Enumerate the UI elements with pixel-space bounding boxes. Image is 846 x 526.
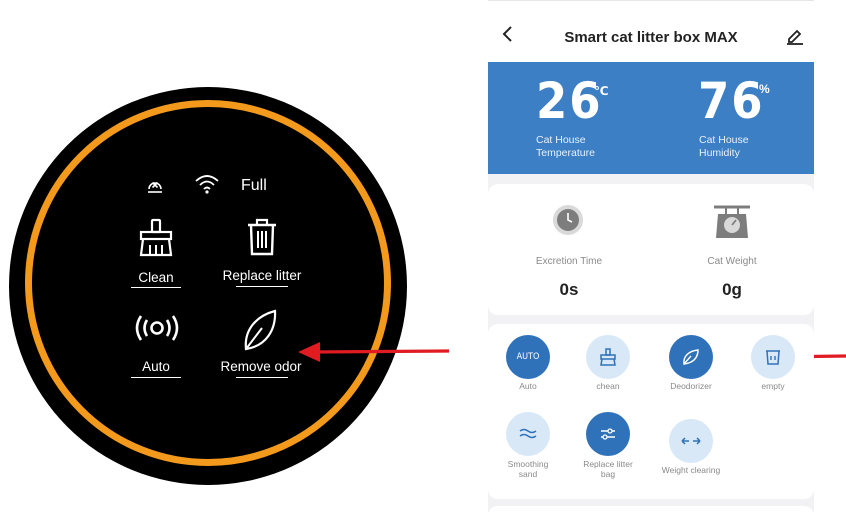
auto-mode-button[interactable]: AUTO bbox=[506, 335, 550, 379]
humidity-value: 76 bbox=[698, 72, 765, 130]
bin-status-text: Full bbox=[241, 177, 267, 194]
temperature-label: Cat House Temperature bbox=[536, 134, 595, 159]
app-header: Smart cat litter box MAX bbox=[488, 0, 814, 62]
auto-icon-text: AUTO bbox=[516, 352, 540, 362]
app-screen: Smart cat litter box MAX 26 ℃ Cat House … bbox=[488, 0, 814, 526]
clean-underline bbox=[131, 287, 181, 288]
auto-button[interactable]: Auto bbox=[126, 359, 186, 374]
red-arrow-left-icon bbox=[298, 342, 450, 362]
remove-odor-underline bbox=[236, 377, 288, 378]
auto-underline bbox=[131, 377, 181, 378]
clean-mode-label: chean bbox=[596, 381, 620, 391]
modes-card: AUTO Auto chean Deodorizer empty Smoothi… bbox=[488, 324, 814, 499]
broom-icon[interactable] bbox=[137, 218, 175, 258]
page-title: Smart cat litter box MAX bbox=[564, 29, 738, 46]
smoothing-sand-button[interactable] bbox=[506, 412, 550, 456]
wifi-icon bbox=[195, 175, 219, 194]
clock-icon bbox=[553, 205, 583, 235]
broadcast-icon[interactable] bbox=[132, 313, 182, 343]
replace-litter-bag-button[interactable] bbox=[586, 412, 630, 456]
left-right-arrows-icon bbox=[681, 437, 701, 445]
scale-icon bbox=[714, 205, 750, 238]
cat-weight-value: 0g bbox=[722, 280, 742, 299]
weight-clearing-button[interactable] bbox=[669, 419, 713, 463]
leaf-icon[interactable] bbox=[242, 308, 278, 352]
clean-button[interactable]: Clean bbox=[126, 270, 186, 285]
empty-mode-button[interactable] bbox=[751, 335, 795, 379]
excretion-time-label: Excretion Time bbox=[535, 256, 603, 267]
waves-icon bbox=[519, 428, 537, 439]
edit-pencil-icon[interactable] bbox=[786, 27, 804, 45]
replace-litter-underline bbox=[236, 286, 288, 287]
leaf-icon bbox=[683, 349, 699, 365]
bin-empty-icon bbox=[766, 350, 780, 365]
weight-clearing-label: Weight clearing bbox=[661, 465, 721, 475]
smoothing-sand-label: Smoothing sand bbox=[507, 459, 549, 479]
trash-can-icon[interactable] bbox=[244, 217, 280, 257]
replace-litter-button[interactable]: Replace litter bbox=[216, 268, 308, 283]
deodorizer-mode-button[interactable] bbox=[669, 335, 713, 379]
humidity-label: Cat House Humidity bbox=[699, 134, 749, 159]
humidity-unit: % bbox=[759, 82, 770, 96]
temperature-unit: ℃ bbox=[594, 84, 609, 98]
next-card bbox=[488, 506, 814, 526]
remove-odor-button[interactable]: Remove odor bbox=[212, 359, 310, 374]
sliders-icon bbox=[601, 428, 615, 440]
environment-card: 26 ℃ Cat House Temperature 76 % Cat Hous… bbox=[488, 62, 814, 174]
back-arrow-icon[interactable] bbox=[500, 25, 514, 43]
excretion-time-value: 0s bbox=[559, 280, 579, 299]
clean-mode-button[interactable] bbox=[586, 335, 630, 379]
empty-mode-label: empty bbox=[761, 381, 785, 391]
broom-icon bbox=[600, 348, 616, 366]
cat-weight-label: Cat Weight bbox=[707, 256, 757, 267]
replace-litter-bag-label: Replace litter bag bbox=[583, 459, 633, 479]
auto-mode-label: Auto bbox=[519, 381, 537, 391]
stats-card: Excretion Time Cat Weight 0s 0g bbox=[488, 184, 814, 315]
deodorizer-mode-label: Deodorizer bbox=[670, 381, 712, 391]
temperature-value: 26 bbox=[536, 72, 603, 130]
litter-box-status-icon bbox=[148, 181, 162, 193]
device-ring bbox=[25, 100, 391, 466]
